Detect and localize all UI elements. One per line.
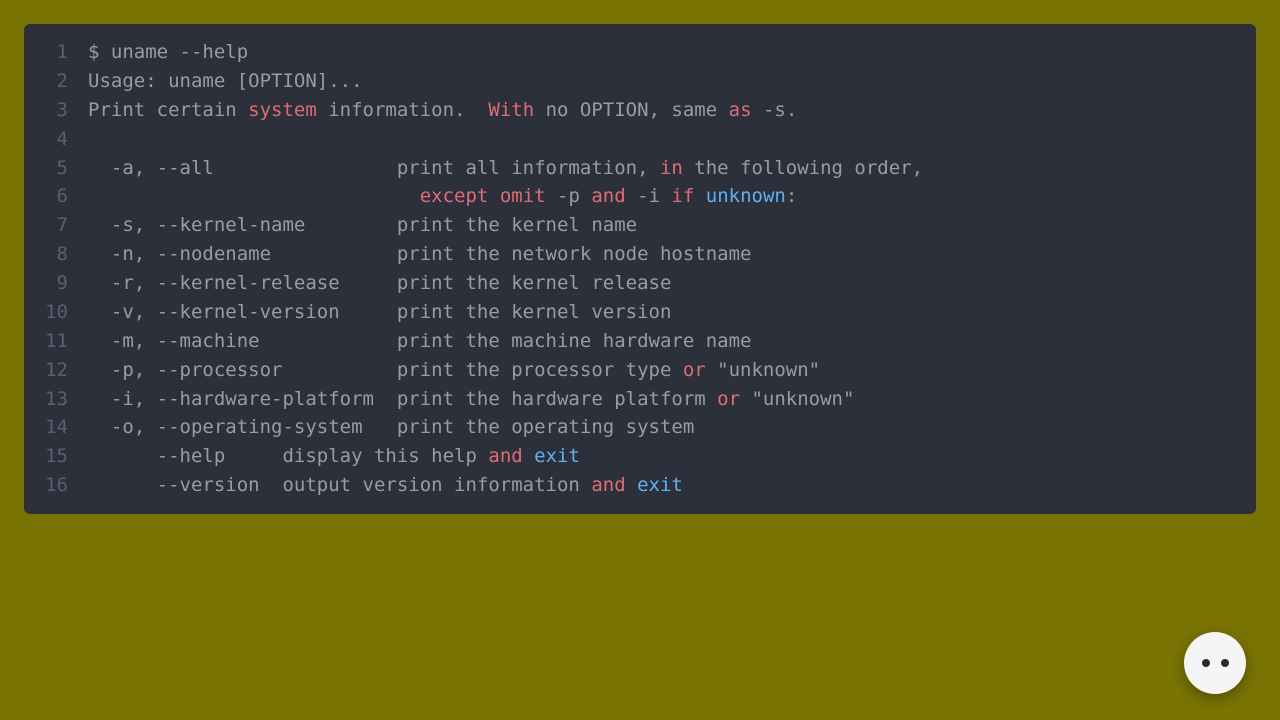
line-content: -p, --processor print the processor type… (88, 356, 820, 385)
code-line: 4 (24, 125, 1256, 154)
line-number: 10 (24, 298, 88, 327)
chat-dot-icon (1202, 659, 1210, 667)
line-number: 3 (24, 96, 88, 125)
code-line: 10 -v, --kernel-version print the kernel… (24, 298, 1256, 327)
line-number: 13 (24, 385, 88, 414)
code-line: 13 -i, --hardware-platform print the har… (24, 385, 1256, 414)
line-content: --version output version information and… (88, 471, 683, 500)
line-number: 14 (24, 413, 88, 442)
line-content: -v, --kernel-version print the kernel ve… (88, 298, 671, 327)
line-number: 12 (24, 356, 88, 385)
code-line: 16 --version output version information … (24, 471, 1256, 500)
line-content: Print certain system information. With n… (88, 96, 797, 125)
line-content: $ uname --help (88, 38, 248, 67)
code-line: 12 -p, --processor print the processor t… (24, 356, 1256, 385)
line-content: except omit -p and -i if unknown: (88, 182, 797, 211)
line-content: -i, --hardware-platform print the hardwa… (88, 385, 854, 414)
line-number: 7 (24, 211, 88, 240)
line-number: 2 (24, 67, 88, 96)
code-line: 7 -s, --kernel-name print the kernel nam… (24, 211, 1256, 240)
line-content: -r, --kernel-release print the kernel re… (88, 269, 671, 298)
line-content: -n, --nodename print the network node ho… (88, 240, 751, 269)
code-line: 2Usage: uname [OPTION]... (24, 67, 1256, 96)
line-number: 9 (24, 269, 88, 298)
code-line: 8 -n, --nodename print the network node … (24, 240, 1256, 269)
line-number: 4 (24, 125, 88, 154)
code-line: 11 -m, --machine print the machine hardw… (24, 327, 1256, 356)
line-content: -a, --all print all information, in the … (88, 154, 923, 183)
line-number: 16 (24, 471, 88, 500)
chat-dot-icon (1221, 659, 1229, 667)
line-content: -s, --kernel-name print the kernel name (88, 211, 637, 240)
line-number: 5 (24, 154, 88, 183)
code-line: 9 -r, --kernel-release print the kernel … (24, 269, 1256, 298)
code-line: 1$ uname --help (24, 38, 1256, 67)
line-number: 11 (24, 327, 88, 356)
code-line: 5 -a, --all print all information, in th… (24, 154, 1256, 183)
line-number: 1 (24, 38, 88, 67)
code-line: 14 -o, --operating-system print the oper… (24, 413, 1256, 442)
line-number: 15 (24, 442, 88, 471)
line-content: Usage: uname [OPTION]... (88, 67, 363, 96)
line-content: -o, --operating-system print the operati… (88, 413, 694, 442)
line-content: -m, --machine print the machine hardware… (88, 327, 751, 356)
code-line: 6 except omit -p and -i if unknown: (24, 182, 1256, 211)
chat-widget-button[interactable] (1184, 632, 1246, 694)
line-content: --help display this help and exit (88, 442, 580, 471)
code-line: 15 --help display this help and exit (24, 442, 1256, 471)
line-number: 6 (24, 182, 88, 211)
code-block: 1$ uname --help2Usage: uname [OPTION]...… (24, 24, 1256, 514)
line-number: 8 (24, 240, 88, 269)
code-line: 3Print certain system information. With … (24, 96, 1256, 125)
